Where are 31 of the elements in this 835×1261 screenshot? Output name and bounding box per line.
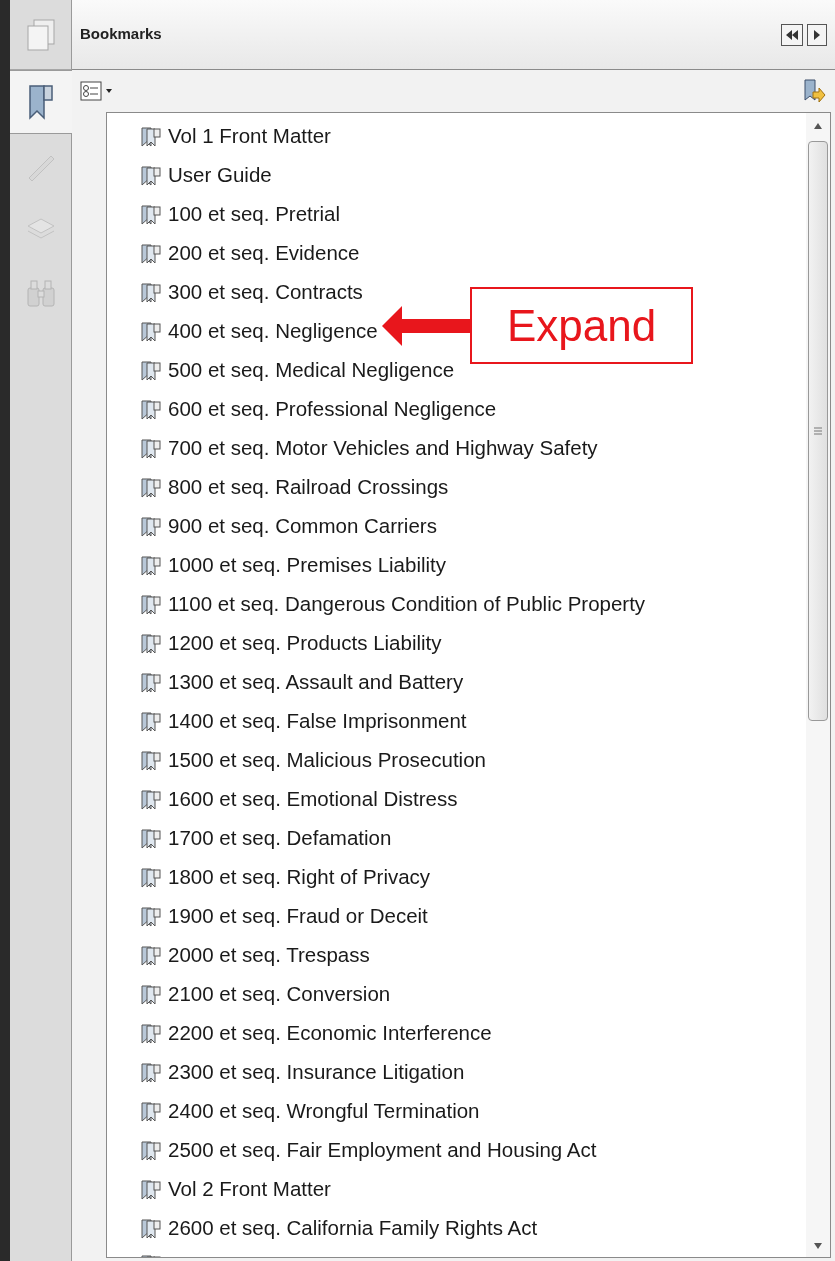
bookmark-item[interactable]: 600 et seq. Professional Negligence — [140, 390, 497, 429]
bookmark-item[interactable]: 2500 et seq. Fair Employment and Housing Act — [140, 1131, 597, 1170]
bookmark-item[interactable]: 2000 et seq. Trespass — [140, 936, 370, 975]
bookmark-item[interactable]: 1300 et seq. Assault and Battery — [140, 663, 464, 702]
bookmark-item[interactable]: 100 et seq. Pretrial — [140, 195, 341, 234]
bookmark-item[interactable]: 200 et seq. Evidence — [140, 234, 360, 273]
bookmark-item[interactable]: 1400 et seq. False Imprisonment — [140, 702, 467, 741]
bookmark-item[interactable]: 2100 et seq. Conversion — [140, 975, 391, 1014]
bookmark-item[interactable]: Vol 2 Front Matter — [140, 1170, 331, 1209]
bookmark-item[interactable]: 1900 et seq. Fraud or Deceit — [140, 897, 428, 936]
bookmark-item[interactable]: 1700 et seq. Defamation — [140, 819, 392, 858]
bookmark-item[interactable]: Vol 1 Front Matter — [140, 117, 331, 156]
bookmark-item[interactable]: 2300 et seq. Insurance Litigation — [140, 1053, 465, 1092]
bookmark-item[interactable]: 2600 et seq. California Family Rights Act — [140, 1209, 538, 1248]
bookmark-item[interactable]: 2400 et seq. Wrongful Termination — [140, 1092, 480, 1131]
bookmark-item[interactable]: 1200 et seq. Products Liability — [140, 624, 442, 663]
panel-title: Bookmarks — [80, 24, 162, 45]
bookmark-item[interactable]: 1000 et seq. Premises Liability — [140, 546, 447, 585]
bookmark-item[interactable]: 1600 et seq. Emotional Distress — [140, 780, 458, 819]
bookmark-item[interactable]: 500 et seq. Medical Negligence — [140, 351, 455, 390]
bookmark-item[interactable]: 300 et seq. Contracts — [140, 273, 363, 312]
bookmark-item[interactable]: 700 et seq. Motor Vehicles and Highway Safety — [140, 429, 598, 468]
bookmark-item[interactable]: 800 et seq. Railroad Crossings — [140, 468, 449, 507]
bookmark-item[interactable]: 900 et seq. Common Carriers — [140, 507, 437, 546]
bookmark-item[interactable]: 1800 et seq. Right of Privacy — [140, 858, 431, 897]
bookmark-item[interactable]: 400 et seq. Negligence — [140, 312, 378, 351]
bookmark-item[interactable]: 2200 et seq. Economic Interference — [140, 1014, 492, 1053]
annotation-callout: Expand — [470, 287, 693, 364]
bookmark-item[interactable]: User Guide — [140, 156, 272, 195]
bookmark-item[interactable]: 1500 et seq. Malicious Prosecution — [140, 741, 486, 780]
bookmark-item[interactable]: 1100 et seq. Dangerous Condition of Public Property — [140, 585, 646, 624]
